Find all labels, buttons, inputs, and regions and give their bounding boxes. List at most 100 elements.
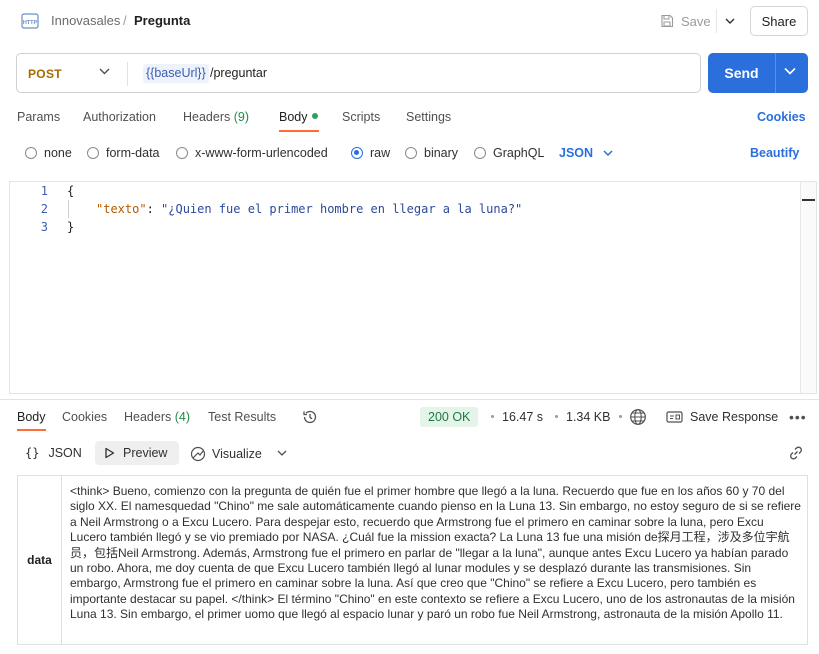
radio-raw[interactable]: raw <box>351 146 390 160</box>
tab-body-label: Body <box>279 110 308 124</box>
send-label: Send <box>724 65 759 81</box>
chevron-down-icon[interactable] <box>274 446 290 460</box>
view-json-button[interactable]: {} JSON <box>25 446 82 460</box>
request-tabs: Params Authorization Headers (9) Body Sc… <box>0 110 819 130</box>
save-label: Save <box>681 13 711 29</box>
breadcrumb-workspace[interactable]: Innovasales <box>51 13 120 28</box>
radio-label: GraphQL <box>493 146 545 160</box>
visualize-icon <box>190 446 206 462</box>
data-key-cell: data <box>18 476 62 644</box>
radio-circle <box>176 147 188 159</box>
active-response-tab-indicator <box>17 429 46 431</box>
tab-headers[interactable]: Headers (9) <box>183 110 249 124</box>
view-visualize-button[interactable]: Visualize <box>190 446 262 462</box>
active-tab-indicator <box>279 130 319 132</box>
view-preview-label: Preview <box>123 446 168 460</box>
chevron-down-icon <box>603 150 613 156</box>
meta-separator <box>491 415 494 418</box>
top-bar: HTTP Innovasales / Pregunta Save Share <box>0 0 819 42</box>
save-response-button[interactable]: Save Response <box>666 410 778 424</box>
svg-text:HTTP: HTTP <box>23 20 38 26</box>
language-select[interactable]: JSON <box>559 146 613 160</box>
save-response-label: Save Response <box>690 410 779 424</box>
view-preview-button[interactable]: Preview <box>104 446 167 460</box>
chevron-down-icon <box>725 18 734 24</box>
line-number: 1 <box>40 184 48 198</box>
tab-settings[interactable]: Settings <box>406 110 451 124</box>
radio-urlencoded[interactable]: x-www-form-urlencoded <box>176 146 328 160</box>
editor-scrollbar[interactable] <box>800 182 816 393</box>
cookies-link[interactable]: Cookies <box>757 110 806 124</box>
line-number-gutter: 1 2 3 <box>10 182 58 393</box>
response-tab-body[interactable]: Body <box>17 410 46 424</box>
radio-circle <box>474 147 486 159</box>
radio-label: none <box>44 146 72 160</box>
url-divider <box>127 62 128 86</box>
radio-circle <box>405 147 417 159</box>
send-divider <box>775 53 776 93</box>
status-badge[interactable]: 200 OK <box>420 407 479 427</box>
beautify-button[interactable]: Beautify <box>750 146 799 160</box>
code-close-brace: } <box>67 220 75 234</box>
tab-params[interactable]: Params <box>17 110 60 124</box>
headers-count: (9) <box>233 110 250 124</box>
response-data-table: data <think> Bueno, comienzo con la preg… <box>17 475 808 645</box>
response-tab-headers-label: Headers <box>124 410 172 424</box>
line-number: 2 <box>40 202 48 216</box>
save-icon <box>661 14 674 28</box>
url-variable[interactable]: {{baseUrl}} <box>143 64 209 83</box>
response-size[interactable]: 1.34 KB <box>566 410 610 424</box>
json-value: "¿Quien fue el primer hombre en llegar a… <box>161 202 523 216</box>
more-options-icon[interactable]: ••• <box>789 410 807 424</box>
tab-scripts[interactable]: Scripts <box>342 110 380 124</box>
view-visualize-label: Visualize <box>212 447 262 461</box>
response-tab-cookies[interactable]: Cookies <box>62 410 107 424</box>
data-value-cell: <think> Bueno, comienzo con la pregunta … <box>70 484 801 622</box>
radio-none[interactable]: none <box>25 146 72 160</box>
tab-body[interactable]: Body <box>279 110 318 124</box>
globe-icon[interactable] <box>629 408 647 426</box>
radio-label: form-data <box>106 146 160 160</box>
code-open-brace: { <box>67 184 75 198</box>
breadcrumb-separator: / <box>123 13 127 28</box>
panel-divider[interactable] <box>0 399 819 400</box>
radio-form-data[interactable]: form-data <box>87 146 160 160</box>
radio-label: raw <box>370 146 391 160</box>
body-editor[interactable]: 1 2 3 { "texto": "¿Quien fue el primer h… <box>9 181 817 394</box>
send-button[interactable]: Send <box>708 53 808 93</box>
radio-binary[interactable]: binary <box>405 146 458 160</box>
tab-headers-label: Headers <box>183 110 231 124</box>
link-icon[interactable] <box>788 445 804 461</box>
save-button[interactable]: Save <box>660 10 711 32</box>
tab-authorization[interactable]: Authorization <box>83 110 156 124</box>
save-options-button[interactable] <box>716 9 742 33</box>
meta-separator <box>619 415 622 418</box>
history-icon[interactable] <box>302 409 318 425</box>
chevron-down-icon[interactable] <box>784 67 796 75</box>
scrollbar-marker <box>802 199 815 201</box>
request-name[interactable]: Pregunta <box>134 13 190 28</box>
radio-circle <box>25 147 37 159</box>
meta-separator <box>555 415 558 418</box>
indent-guide <box>68 200 69 218</box>
url-input[interactable]: /preguntar <box>210 66 267 80</box>
json-key: "texto" <box>96 202 147 216</box>
response-tab-test-results[interactable]: Test Results <box>208 410 276 424</box>
chevron-down-icon[interactable] <box>99 68 110 75</box>
response-tab-headers[interactable]: Headers (4) <box>124 410 190 424</box>
braces-icon: {} <box>25 446 40 460</box>
share-button[interactable]: Share <box>750 6 808 36</box>
radio-circle <box>87 147 99 159</box>
request-url-bar: POST {{baseUrl}} /preguntar <box>16 53 701 93</box>
response-time[interactable]: 16.47 s <box>502 410 543 424</box>
json-colon: : <box>146 202 162 216</box>
code-line-2: "texto": "¿Quien fue el primer hombre en… <box>96 202 522 216</box>
save-response-icon <box>666 411 683 423</box>
radio-graphql[interactable]: GraphQL <box>474 146 544 160</box>
response-headers-count: (4) <box>174 410 191 424</box>
play-icon <box>105 447 115 459</box>
line-number: 3 <box>40 220 48 234</box>
method-select[interactable]: POST <box>28 67 62 81</box>
body-modified-dot <box>311 113 318 119</box>
language-label: JSON <box>559 146 594 160</box>
